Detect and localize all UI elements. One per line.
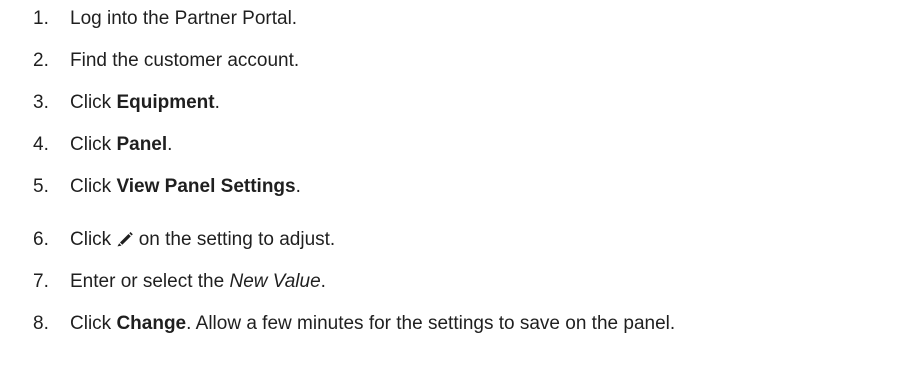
step-text-suffix: .	[295, 176, 301, 197]
step-text: Click Equipment.	[70, 88, 220, 118]
step-text: Log into the Partner Portal.	[70, 8, 298, 29]
step-text-suffix: .	[320, 271, 326, 292]
step-number: 1.	[33, 8, 49, 29]
ui-label-panel: Panel	[116, 134, 168, 155]
step-text: Enter or select the New Value.	[70, 267, 326, 297]
step-text-prefix: Enter or select the	[70, 271, 230, 292]
step-number: 7.	[33, 271, 49, 292]
step-text-prefix: Click	[70, 176, 117, 197]
step-number: 8.	[33, 313, 49, 334]
step-text-suffix: on the setting to adjust.	[133, 229, 336, 250]
step-number: 6.	[33, 229, 49, 250]
pencil-edit-icon	[116, 227, 134, 257]
step-text: Click on the setting to adjust.	[70, 225, 335, 257]
step-text-suffix: .	[167, 134, 173, 155]
step-text-prefix: Click	[70, 134, 117, 155]
ui-label-view-panel-settings: View Panel Settings	[116, 176, 296, 197]
step-text: Click Change. Allow a few minutes for th…	[70, 309, 675, 339]
step-text-prefix: Click	[70, 313, 117, 334]
step-text-suffix: . Allow a few minutes for the settings t…	[186, 313, 676, 334]
field-label-new-value: New Value	[229, 271, 321, 292]
step-text-prefix: Click	[70, 92, 117, 113]
step-text: Click View Panel Settings.	[70, 172, 301, 202]
step-number: 4.	[33, 134, 49, 155]
instruction-steps-list: 1. Log into the Partner Portal. 2. Find …	[0, 0, 919, 371]
step-number: 3.	[33, 92, 49, 113]
ui-label-equipment: Equipment	[116, 92, 215, 113]
step-number: 5.	[33, 176, 49, 197]
step-number: 2.	[33, 50, 49, 71]
step-text: Find the customer account.	[70, 50, 300, 71]
step-text-prefix: Click	[70, 229, 117, 250]
ui-label-change: Change	[116, 313, 187, 334]
step-text-suffix: .	[214, 92, 220, 113]
step-text: Click Panel.	[70, 130, 172, 160]
